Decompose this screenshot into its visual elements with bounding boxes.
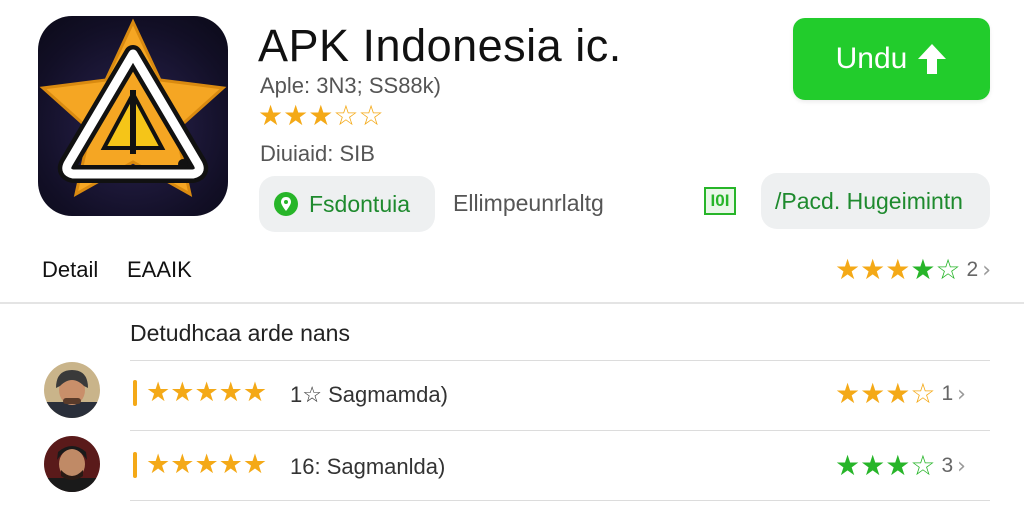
- star-full-icon: ★: [218, 377, 243, 408]
- download-button[interactable]: Undu: [793, 18, 990, 100]
- section-divider: [0, 302, 1024, 304]
- package-chip-label: /Pacd. Hugeimintn: [775, 187, 963, 214]
- chevron-right-icon: ›: [957, 381, 966, 407]
- user-avatar-icon: [44, 436, 100, 492]
- star-full-icon: ★: [308, 99, 334, 132]
- star-half-icon: ★: [885, 377, 911, 410]
- location-chip-label: Fsdontuia: [309, 190, 411, 217]
- star-empty-icon: ☆: [910, 377, 936, 410]
- rating-count: 2: [966, 258, 979, 281]
- app-title: APK Indonesia ic.: [258, 20, 622, 71]
- star-full-icon: ★: [258, 99, 284, 132]
- star-half-icon: ★: [910, 253, 936, 286]
- star-half-icon: ☆: [333, 99, 359, 132]
- location-pin-icon: [274, 192, 298, 216]
- divider: [130, 500, 990, 501]
- star-empty-icon: ☆: [358, 99, 384, 132]
- reviews-title: Detudhcaa arde nans: [130, 320, 350, 346]
- review-text: 16: Sagmanlda): [290, 454, 446, 479]
- review-indicator: [133, 452, 137, 478]
- star-full-icon: ★: [885, 253, 911, 286]
- avatar[interactable]: [44, 362, 100, 418]
- review-rating[interactable]: ★ ★ ★ ☆ 3 ›: [835, 451, 966, 481]
- star-full-icon: ★: [860, 377, 886, 410]
- review-indicator: [133, 380, 137, 406]
- divider: [130, 360, 990, 361]
- star-full-icon: ★: [860, 253, 886, 286]
- rating-count: 3: [941, 454, 954, 477]
- star-full-icon: ★: [835, 449, 861, 482]
- tab-second[interactable]: EAAIK: [127, 257, 192, 283]
- star-full-icon: ★: [194, 377, 219, 408]
- arrow-up-icon: [918, 44, 947, 74]
- review-rating[interactable]: ★ ★ ★ ☆ 1 ›: [835, 379, 966, 409]
- warning-star-logo-icon: [39, 18, 227, 197]
- info-text: Ellimpeunrlaltg: [453, 190, 604, 216]
- app-icon: [38, 16, 228, 216]
- star-full-icon: ★: [170, 449, 195, 480]
- header-rating[interactable]: ★ ★ ★ ★ ☆ 2 ›: [835, 255, 991, 285]
- star-full-icon: ★: [218, 449, 243, 480]
- app-size: Diuiaid: SIB: [260, 141, 375, 166]
- user-avatar-icon: [44, 362, 100, 418]
- tab-detail[interactable]: Detail: [42, 257, 98, 283]
- star-full-icon: ★: [194, 449, 219, 480]
- star-full-icon: ★: [146, 377, 171, 408]
- review-text: 1☆ Sagmamda): [290, 382, 448, 407]
- chevron-right-icon: ›: [982, 257, 992, 283]
- app-rating-stars: ★ ★ ★ ☆ ☆: [258, 101, 384, 131]
- star-full-icon: ★: [242, 449, 268, 480]
- rating-count: 1: [941, 382, 954, 405]
- star-full-icon: ★: [835, 377, 861, 410]
- app-meta: Aple: 3N3; SS88k): [260, 73, 441, 98]
- star-empty-icon: ☆: [935, 253, 961, 286]
- divider: [130, 430, 990, 431]
- avatar[interactable]: [44, 436, 100, 492]
- location-chip[interactable]: Fsdontuia: [259, 176, 435, 232]
- star-full-icon: ★: [146, 449, 171, 480]
- star-half-icon: ★: [885, 449, 911, 482]
- star-full-icon: ★: [170, 377, 195, 408]
- package-chip[interactable]: /Pacd. Hugeimintn: [761, 173, 990, 229]
- review-stars: ★ ★ ★ ★ ★: [146, 378, 267, 408]
- review-stars: ★ ★ ★ ★ ★: [146, 450, 267, 480]
- download-label: Undu: [835, 42, 908, 75]
- chevron-right-icon: ›: [957, 453, 966, 479]
- star-empty-icon: ☆: [910, 449, 936, 482]
- star-full-icon: ★: [242, 377, 268, 408]
- status-badge: I0I: [704, 187, 736, 215]
- star-full-icon: ★: [283, 99, 309, 132]
- star-full-icon: ★: [860, 449, 886, 482]
- star-full-icon: ★: [835, 253, 861, 286]
